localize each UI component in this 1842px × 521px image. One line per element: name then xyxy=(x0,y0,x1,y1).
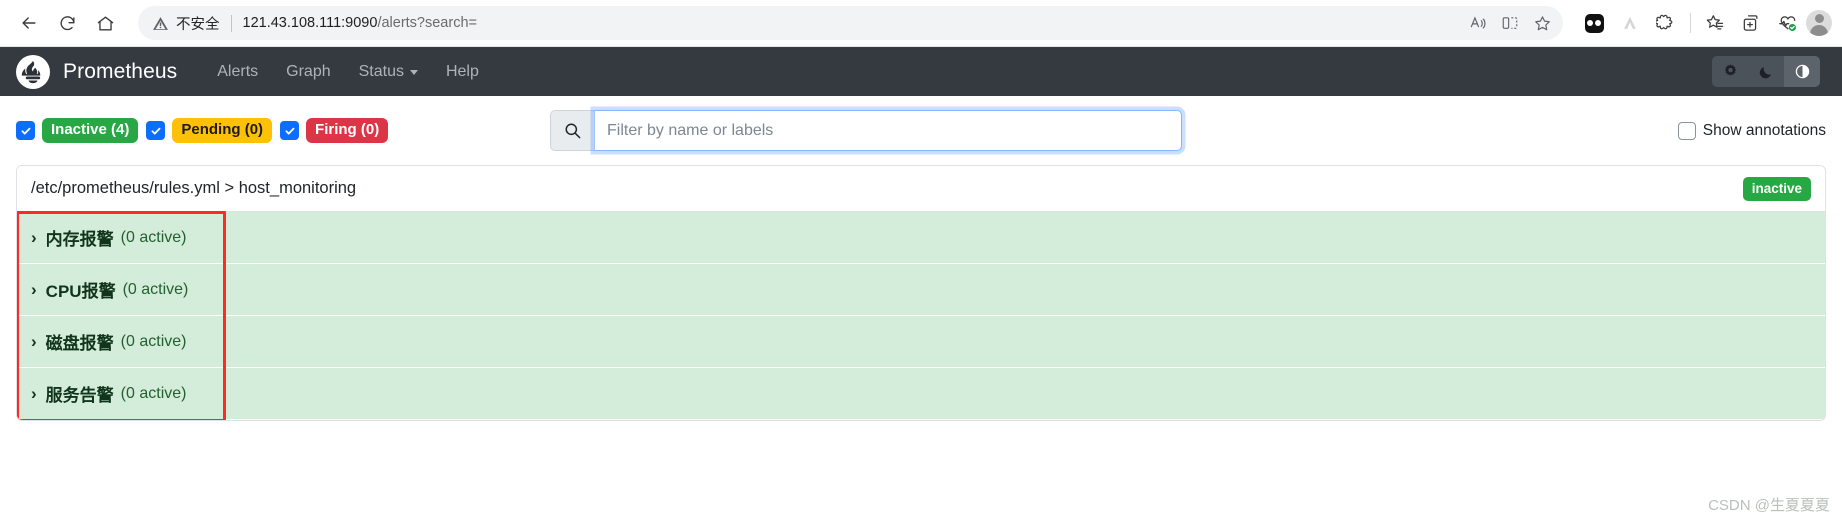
rule-group-header: /etc/prometheus/rules.yml > host_monitor… xyxy=(17,166,1825,212)
favorite-star-icon[interactable] xyxy=(1527,9,1557,37)
rule-name: CPU报警 xyxy=(45,282,116,301)
rule-row[interactable]: › 内存报警 (0 active) xyxy=(17,212,1825,264)
avatar-icon xyxy=(1806,10,1832,36)
read-aloud-icon[interactable] xyxy=(1463,9,1493,37)
checkbox-pending[interactable] xyxy=(146,121,166,140)
watermark: CSDN @生夏夏夏 xyxy=(1708,497,1830,514)
chevron-right-icon: › xyxy=(31,332,37,351)
state-filter-inactive[interactable]: Inactive (4) xyxy=(16,117,139,144)
prometheus-navbar: Prometheus Alerts Graph Status Help xyxy=(0,47,1842,96)
reload-button[interactable] xyxy=(48,4,86,42)
filter-row: Inactive (4) Pending (0) Firing (0) Filt… xyxy=(16,96,1826,165)
back-button[interactable] xyxy=(10,4,48,42)
profile-avatar[interactable] xyxy=(1806,10,1832,36)
chevron-down-icon xyxy=(409,70,418,75)
checkbox-show-annotations[interactable] xyxy=(1677,121,1696,140)
rule-active-count: (0 active) xyxy=(120,332,187,350)
extension-dots-icon[interactable] xyxy=(1577,6,1611,40)
nav-link-alerts-label: Alerts xyxy=(217,62,259,80)
state-filter-pending[interactable]: Pending (0) xyxy=(146,117,273,144)
brand[interactable]: Prometheus xyxy=(16,54,178,89)
rule-active-count: (0 active) xyxy=(120,228,187,246)
alerts-page: Inactive (4) Pending (0) Firing (0) Filt… xyxy=(0,96,1842,514)
browser-extensions-toolbar xyxy=(1577,6,1832,40)
theme-toggle-group xyxy=(1712,56,1820,87)
url-text: 121.43.108.111:9090/alerts?search= xyxy=(243,15,477,31)
rule-row[interactable]: › 磁盘报警 (0 active) xyxy=(17,316,1825,368)
prometheus-logo-icon xyxy=(16,54,50,89)
chevron-right-icon: › xyxy=(31,384,37,403)
extension-peak-icon[interactable] xyxy=(1613,6,1647,40)
rule-active-count: (0 active) xyxy=(122,280,189,298)
chevron-right-icon: › xyxy=(31,280,37,299)
home-button[interactable] xyxy=(86,4,124,42)
nav-link-graph[interactable]: Graph xyxy=(272,57,344,87)
security-status-label: 不安全 xyxy=(176,16,220,33)
rule-name: 内存报警 xyxy=(45,230,114,249)
checkbox-firing[interactable] xyxy=(280,121,300,140)
badge-firing[interactable]: Firing (0) xyxy=(306,117,389,144)
brand-name: Prometheus xyxy=(63,59,178,83)
omnibox-actions xyxy=(1463,6,1557,40)
nav-link-status-label: Status xyxy=(358,62,404,80)
url-host: 121.43.108.111:9090 xyxy=(242,15,378,31)
extension-square xyxy=(1584,13,1604,33)
toolbar-divider xyxy=(1690,13,1691,33)
nav-link-status[interactable]: Status xyxy=(345,57,432,87)
checkbox-inactive[interactable] xyxy=(16,121,35,140)
theme-auto-button[interactable] xyxy=(1784,56,1820,87)
extensions-puzzle-icon[interactable] xyxy=(1649,6,1683,40)
state-filter-firing[interactable]: Firing (0) xyxy=(280,117,389,144)
chevron-right-icon: › xyxy=(31,228,37,247)
state-filter-group: Inactive (4) Pending (0) Firing (0) xyxy=(16,117,389,144)
omnibox-divider xyxy=(230,14,232,32)
show-annotations-label: Show annotations xyxy=(1702,121,1826,139)
rule-list: › 内存报警 (0 active) › CPU报警 (0 active) › 磁… xyxy=(17,211,1825,420)
address-bar[interactable]: 不安全 121.43.108.111:9090/alerts?search= xyxy=(138,6,1563,40)
breadcrumb: /etc/prometheus/rules.yml > host_monitor… xyxy=(31,179,357,197)
browser-essentials-icon[interactable] xyxy=(1770,6,1804,40)
nav-links: Alerts Graph Status Help xyxy=(203,57,493,87)
rule-name: 服务告警 xyxy=(45,386,114,405)
badge-pending[interactable]: Pending (0) xyxy=(172,117,273,144)
url-path: /alerts?search= xyxy=(377,15,477,31)
theme-light-button[interactable] xyxy=(1712,56,1748,87)
search-group xyxy=(550,110,1182,151)
browser-toolbar: 不安全 121.43.108.111:9090/alerts?search= xyxy=(0,0,1842,47)
search-input[interactable] xyxy=(594,110,1182,151)
rule-group-card: /etc/prometheus/rules.yml > host_monitor… xyxy=(16,165,1826,421)
add-to-collection-icon[interactable] xyxy=(1734,6,1768,40)
rule-row[interactable]: › CPU报警 (0 active) xyxy=(17,264,1825,316)
nav-link-help[interactable]: Help xyxy=(432,57,493,87)
rule-active-count: (0 active) xyxy=(120,384,187,402)
theme-dark-button[interactable] xyxy=(1748,56,1784,87)
show-annotations-toggle[interactable]: Show annotations xyxy=(1677,121,1826,140)
rule-row[interactable]: › 服务告警 (0 active) xyxy=(17,368,1825,420)
not-secure-icon xyxy=(152,15,169,32)
rule-name: 磁盘报警 xyxy=(45,334,114,353)
badge-inactive[interactable]: Inactive (4) xyxy=(42,117,139,144)
status-badge: inactive xyxy=(1742,176,1811,201)
nav-link-graph-label: Graph xyxy=(286,62,331,80)
nav-link-help-label: Help xyxy=(445,62,479,80)
search-icon xyxy=(550,110,594,151)
nav-link-alerts[interactable]: Alerts xyxy=(203,57,272,87)
split-screen-icon[interactable] xyxy=(1495,9,1525,37)
collections-icon[interactable] xyxy=(1698,6,1732,40)
